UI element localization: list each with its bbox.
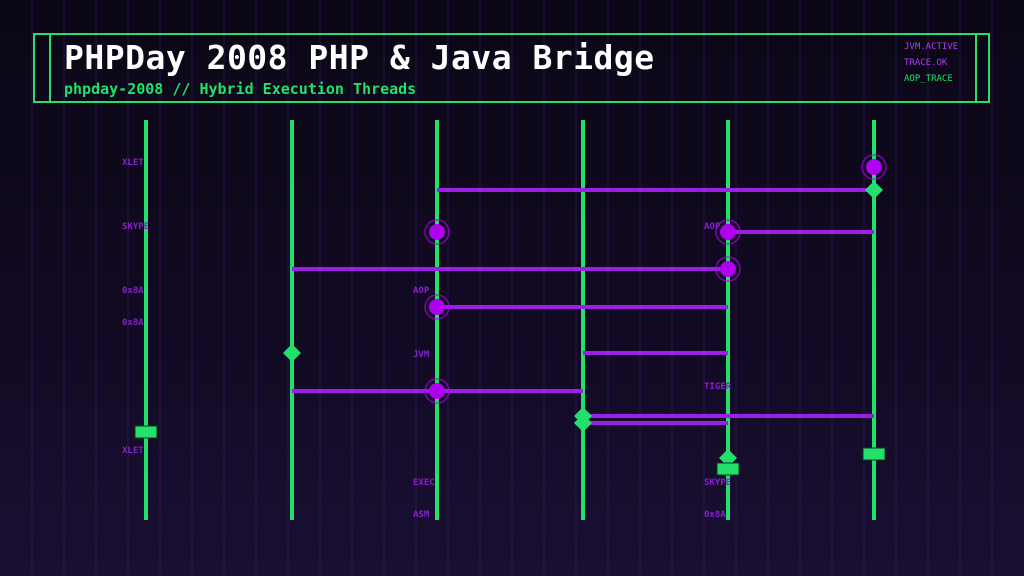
event-node-circle-3	[720, 224, 736, 240]
event-node-diamond-6	[283, 344, 301, 362]
event-label-7: EXEC	[413, 478, 435, 488]
event-node-circle-5	[429, 299, 445, 315]
event-label-2: 0x8A	[122, 286, 144, 296]
thread-lanes	[144, 120, 876, 520]
event-node-rect-11	[862, 447, 886, 461]
header-right-rule	[975, 35, 977, 101]
status-jvm-active: JVM.ACTIVE	[904, 42, 959, 52]
event-node-diamond-1	[865, 181, 883, 199]
event-label-4: XLET	[122, 446, 144, 456]
status-trace-ok: TRACE.OK	[904, 58, 948, 68]
diagram-canvas: XLET SKYPE 0x8A 0x8A XLET AOP JVM EXEC ASM AOP TIG…	[0, 0, 1024, 576]
event-label-8: ASM	[413, 510, 430, 520]
event-node-circle-0	[866, 159, 882, 175]
event-label-3: 0x8A	[122, 318, 144, 328]
header-left-rule	[49, 35, 51, 101]
event-node-rect-13	[716, 462, 740, 476]
event-node-circle-7	[429, 383, 445, 399]
event-label-10: TIGER	[704, 382, 732, 392]
event-label-11: SKYPE	[704, 478, 731, 488]
event-label-1: SKYPE	[122, 222, 149, 232]
event-node-circle-2	[429, 224, 445, 240]
event-label-6: JVM	[413, 350, 430, 360]
page-subtitle: phpday-2008 // Hybrid Execution Threads	[64, 80, 417, 98]
event-node-circle-4	[720, 261, 736, 277]
event-label-9: AOP	[704, 222, 721, 232]
page-title: PHPDay 2008 PHP & Java Bridge	[64, 38, 655, 77]
event-node-rect-10	[134, 425, 158, 439]
event-label-5: AOP	[413, 286, 430, 296]
status-aop-trace: AOP_TRACE	[904, 74, 953, 84]
event-nodes	[134, 154, 887, 476]
event-label-12: 0x8A	[704, 510, 726, 520]
event-label-0: XLET	[122, 158, 144, 168]
